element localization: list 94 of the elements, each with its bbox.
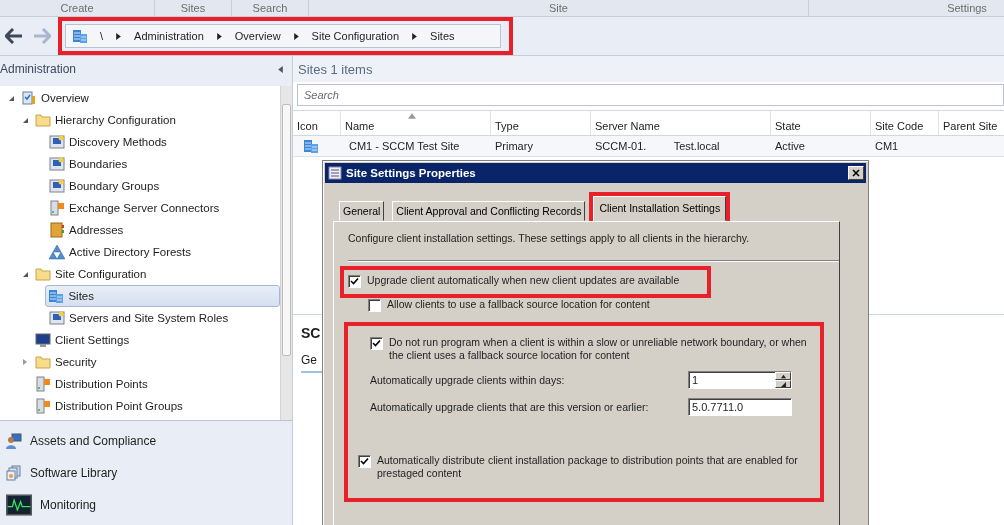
checkbox[interactable] (368, 299, 381, 312)
dialog-tab[interactable]: Client Installation Settings (593, 196, 727, 221)
breadcrumb-item[interactable]: \ (100, 30, 104, 42)
spin-up-button[interactable] (775, 372, 791, 380)
table-cell-text: Active (774, 140, 806, 152)
column-header[interactable]: Icon (293, 111, 341, 135)
close-icon (852, 169, 860, 177)
column-header[interactable]: Name (341, 111, 491, 135)
breadcrumb-arrow-icon (215, 32, 223, 40)
checkbox-label: Allow clients to use a fallback source location for content (387, 298, 650, 311)
tree-item[interactable]: Security (32, 351, 102, 373)
workspace-item[interactable]: Monitoring (0, 489, 292, 521)
ribbon-group-label: Search (232, 0, 309, 16)
ribbon-group-label: Create (0, 0, 155, 16)
details-title: SC (301, 325, 321, 341)
buildings-icon (303, 138, 319, 154)
checkbox-label: Automatically distribute client installation package to distribution points that are enabled for prestaged content (377, 454, 799, 480)
ribbon-group-label: Site (309, 0, 809, 16)
pane-title: Administration (0, 62, 77, 76)
tree-item[interactable]: Exchange Server Connectors (46, 197, 225, 219)
scrollbar[interactable] (280, 86, 292, 420)
computer-icon (49, 134, 65, 150)
computer-icon (49, 310, 65, 326)
close-button[interactable] (848, 166, 864, 180)
table-cell-text: CM1 - SCCM Test Site (348, 140, 461, 152)
buildings-icon (72, 28, 88, 44)
folder-icon (35, 266, 51, 282)
collapse-arrow-icon (277, 65, 284, 73)
properties-icon (328, 166, 342, 180)
buildings-icon (48, 288, 65, 304)
field-label: Automatically upgrade clients within days: (370, 373, 565, 387)
spin-down-button[interactable] (775, 380, 791, 388)
folder-icon (35, 112, 51, 128)
ribbon-group-label: Settings (946, 1, 988, 16)
breadcrumb-item[interactable]: Overview (234, 30, 281, 42)
down-arrow-icon (780, 381, 786, 387)
checkbox[interactable] (348, 275, 361, 288)
column-header[interactable]: Site Code (871, 111, 939, 135)
column-header[interactable]: Server Name (591, 111, 771, 135)
tree-item[interactable]: Distribution Point Groups (32, 395, 188, 417)
tree-item[interactable]: Servers and Site System Roles (46, 307, 234, 329)
triangles-icon (49, 244, 65, 260)
column-header[interactable]: State (771, 111, 871, 135)
tree-item[interactable]: Overview (18, 87, 94, 109)
list-title: Sites 1 items (293, 56, 1004, 82)
ribbon-group-label: Sites (155, 0, 232, 16)
up-arrow-icon (780, 373, 786, 379)
checkbox-label: Upgrade client automatically when new client updates are available (367, 274, 680, 287)
folder-icon (35, 354, 51, 370)
server-icon (35, 398, 51, 414)
tree-item[interactable]: Discovery Methods (46, 131, 172, 153)
table-cell-text: Primary (494, 140, 534, 152)
person-computer-icon (6, 433, 22, 449)
breadcrumb-item[interactable]: Sites (430, 30, 455, 42)
checkbox[interactable] (358, 455, 371, 468)
description-text: Configure client installation settings. These settings apply to all clients in the hierarchy. (348, 232, 751, 244)
column-header[interactable]: Parent Site (939, 111, 1004, 135)
checkbox[interactable] (370, 337, 383, 350)
field-label: Automatically upgrade clients that are this version or earlier: (370, 400, 649, 414)
table-cell-text: SCCM-01. Test.local (594, 140, 721, 152)
breadcrumb-arrow-icon (411, 32, 419, 40)
address-book-icon (49, 222, 65, 238)
spin-field[interactable]: 1 (688, 371, 792, 389)
documents-icon (6, 465, 22, 481)
server-icon (49, 200, 65, 216)
tree-item[interactable]: Boundary Groups (46, 175, 165, 197)
workspace-item[interactable]: Software Library (0, 457, 292, 489)
monitor-icon (35, 332, 51, 348)
clipboard-icon (21, 90, 37, 106)
server-icon (35, 376, 51, 392)
breadcrumb-arrow-icon (115, 32, 123, 40)
tree-item[interactable]: Active Directory Forests (46, 241, 197, 263)
tree-item[interactable]: Distribution Points (32, 373, 153, 395)
dialog-title: Site Settings Properties (346, 167, 476, 179)
column-header[interactable]: Type (491, 111, 591, 135)
dialog-tab[interactable]: Client Approval and Conflicting Records (392, 201, 586, 221)
tree-item[interactable]: Client Settings (32, 329, 135, 351)
search-field[interactable]: Search (297, 84, 1004, 106)
tree-item[interactable]: Hierarchy Configuration (32, 109, 181, 131)
tree-item[interactable]: Addresses (46, 219, 129, 241)
computer-icon (49, 156, 65, 172)
workspace-item[interactable]: Assets and Compliance (0, 425, 292, 457)
breadcrumb-arrow-icon (292, 32, 300, 40)
checkbox-label: Do not run program when a client is within a slow or unreliable network boundary, or when the client uses a fallback source location for content (389, 336, 808, 362)
breadcrumb-item[interactable]: Site Configuration (311, 30, 400, 42)
breadcrumb-item[interactable]: Administration (134, 30, 204, 42)
heartbeat-monitor-icon (6, 492, 32, 518)
tree-item[interactable]: Boundaries (46, 153, 133, 175)
dialog-tab[interactable]: General (339, 201, 385, 221)
tree-item[interactable]: Sites (45, 285, 280, 307)
version-field[interactable]: 5.0.7711.0 (688, 398, 792, 416)
table-cell-text: CM1 (874, 140, 900, 152)
computer-icon (49, 178, 65, 194)
tree-item[interactable]: Site Configuration (32, 263, 152, 285)
